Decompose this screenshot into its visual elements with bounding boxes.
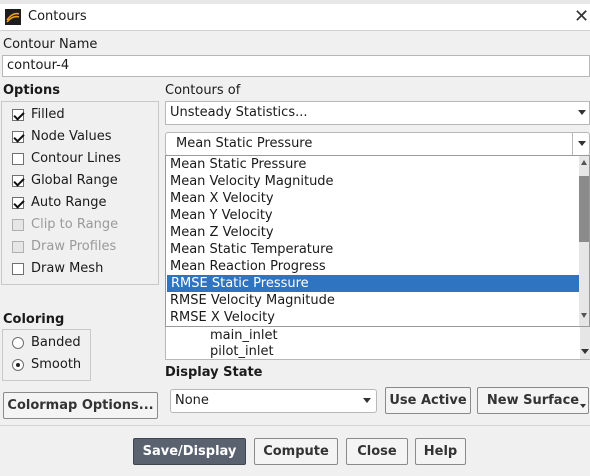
smooth-label: Smooth <box>31 357 82 372</box>
display-state-chevron-down-icon[interactable] <box>363 398 371 403</box>
dropdown-scrollbar[interactable] <box>579 156 589 326</box>
smooth-radio[interactable] <box>12 359 24 371</box>
surfaces-list[interactable]: main_inlet pilot_inlet <box>165 326 590 360</box>
coloring-label: Coloring <box>3 312 65 327</box>
help-button[interactable]: Help <box>415 438 466 465</box>
contours-of-label: Contours of <box>165 83 241 98</box>
node-values-label: Node Values <box>31 129 112 144</box>
variable-chevron-down-icon[interactable] <box>578 141 586 146</box>
dropdown-scroll-thumb[interactable] <box>579 176 589 242</box>
display-state-select[interactable]: None <box>170 389 377 413</box>
dropdown-item-highlighted[interactable]: RMSE Static Pressure <box>167 275 579 292</box>
draw-profiles-checkbox <box>12 241 24 253</box>
display-state-label: Display State <box>165 365 263 380</box>
compute-button[interactable]: Compute <box>254 438 338 465</box>
banded-label: Banded <box>31 335 81 350</box>
surface-main-inlet[interactable]: main_inlet <box>206 327 278 344</box>
title-bar: Contours ✕ <box>0 4 590 31</box>
colormap-options-button[interactable]: Colormap Options... <box>3 392 158 419</box>
options-label: Options <box>3 83 60 98</box>
fluent-app-icon <box>5 9 21 25</box>
dropdown-item[interactable]: Mean Static Temperature <box>166 241 581 258</box>
footer-divider <box>0 425 590 426</box>
contour-lines-checkbox[interactable] <box>12 153 24 165</box>
category-chevron-down-icon[interactable] <box>578 110 586 115</box>
banded-radio[interactable] <box>12 337 24 349</box>
auto-range-checkbox[interactable] <box>12 197 24 209</box>
contour-lines-label: Contour Lines <box>31 151 121 166</box>
dropdown-item[interactable]: Mean Z Velocity <box>166 224 581 241</box>
dropdown-item[interactable]: Mean Y Velocity <box>166 207 581 224</box>
clip-to-range-checkbox <box>12 219 24 231</box>
filled-checkbox[interactable] <box>12 109 24 121</box>
auto-range-label: Auto Range <box>31 195 107 210</box>
dropdown-item[interactable]: Mean Static Pressure <box>166 156 581 173</box>
surfaces-scroll-down-icon[interactable] <box>581 349 589 354</box>
draw-mesh-checkbox[interactable] <box>12 263 24 275</box>
surface-pilot-inlet[interactable]: pilot_inlet <box>206 343 274 360</box>
new-surface-button[interactable]: New Surface <box>477 387 589 414</box>
window-title: Contours <box>28 9 87 24</box>
draw-profiles-label: Draw Profiles <box>31 239 117 254</box>
contours-variable-select[interactable]: Mean Static Pressure <box>165 132 590 156</box>
variable-select-divider <box>572 133 573 155</box>
save-display-button[interactable]: Save/Display <box>133 438 246 465</box>
filled-label: Filled <box>31 107 65 122</box>
dropdown-item[interactable]: Mean X Velocity <box>166 190 581 207</box>
dropdown-item[interactable]: Mean Reaction Progress <box>166 258 581 275</box>
clip-to-range-label: Clip to Range <box>31 217 119 232</box>
close-window-icon[interactable]: ✕ <box>574 6 589 27</box>
variable-dropdown-list[interactable]: Mean Static Pressure Mean Velocity Magni… <box>165 155 590 327</box>
new-surface-chevron-down-icon[interactable] <box>580 404 586 408</box>
contours-category-value: Unsteady Statistics... <box>170 105 308 120</box>
dropdown-item[interactable]: RMSE X Velocity <box>166 309 581 326</box>
contour-name-label: Contour Name <box>3 37 98 52</box>
dropdown-scroll-down-icon[interactable] <box>581 313 587 318</box>
close-button[interactable]: Close <box>346 438 408 465</box>
dropdown-scroll-up-icon[interactable] <box>581 160 587 165</box>
draw-mesh-label: Draw Mesh <box>31 261 104 276</box>
surfaces-scrollbar[interactable] <box>580 327 590 359</box>
dropdown-item[interactable]: RMSE Velocity Magnitude <box>166 292 581 309</box>
global-range-checkbox[interactable] <box>12 175 24 187</box>
global-range-label: Global Range <box>31 173 118 188</box>
contours-category-select[interactable]: Unsteady Statistics... <box>165 101 590 125</box>
new-surface-label: New Surface <box>486 393 580 408</box>
use-active-button[interactable]: Use Active <box>385 387 471 414</box>
dropdown-item[interactable]: Mean Velocity Magnitude <box>166 173 581 190</box>
contour-name-input[interactable]: contour-4 <box>2 55 590 77</box>
node-values-checkbox[interactable] <box>12 131 24 143</box>
contours-variable-value: Mean Static Pressure <box>176 136 313 151</box>
display-state-value: None <box>175 393 209 408</box>
